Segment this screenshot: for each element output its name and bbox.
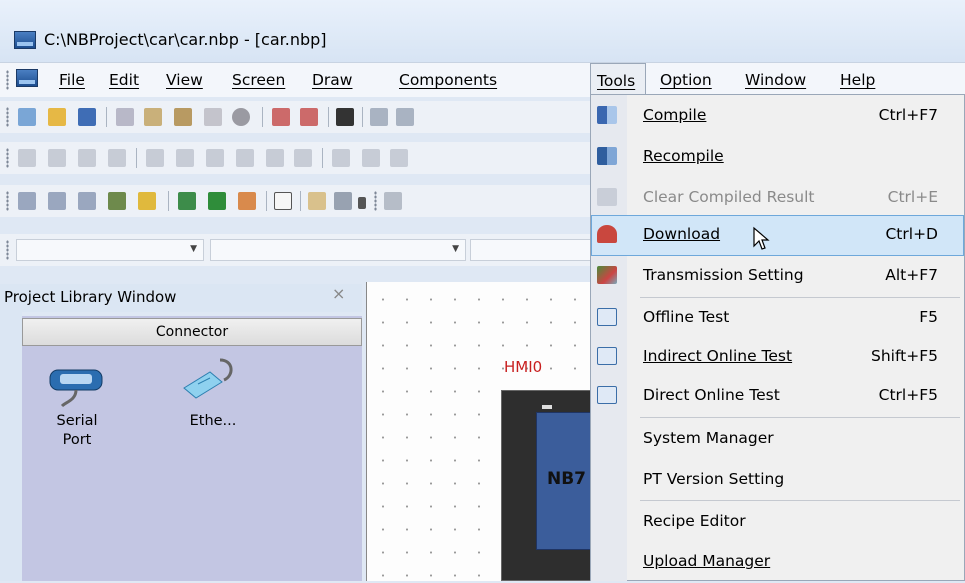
clear-compiled-icon xyxy=(597,188,617,206)
image-icon[interactable] xyxy=(208,192,226,210)
library-item-label: Serial Port xyxy=(56,413,98,448)
copy-icon[interactable] xyxy=(144,108,162,126)
vector-icon[interactable] xyxy=(138,192,156,210)
hmi-label: HMI0 xyxy=(504,358,543,376)
app-menu-icon[interactable] xyxy=(16,69,38,87)
ethernet-icon xyxy=(183,358,233,399)
align-middle-icon[interactable] xyxy=(176,149,194,167)
menu-item-recompile[interactable]: Recompile xyxy=(591,137,964,178)
address-table-icon[interactable] xyxy=(48,192,66,210)
menu-option[interactable]: Option xyxy=(660,63,712,97)
menu-item-direct-online-test[interactable]: Direct Online Test Ctrl+F5 xyxy=(591,376,964,417)
toolbar-align xyxy=(0,142,592,174)
center-horizontal-icon[interactable] xyxy=(332,149,350,167)
paste-icon[interactable] xyxy=(174,108,192,126)
menu-components[interactable]: Components xyxy=(399,63,497,97)
app-icon xyxy=(14,31,36,49)
menu-item-clear-compiled[interactable]: Clear Compiled Result Ctrl+E xyxy=(591,178,964,219)
align-bottom-icon[interactable] xyxy=(108,149,126,167)
menu-help[interactable]: Help xyxy=(840,63,875,97)
save-icon[interactable] xyxy=(78,108,96,126)
menu-item-compile[interactable]: Compile Ctrl+F7 xyxy=(591,96,964,137)
tab-connector[interactable]: Connector xyxy=(22,318,362,346)
menu-item-download[interactable]: Download Ctrl+D xyxy=(591,215,964,256)
device-model-text: NB7 xyxy=(547,469,587,489)
chevron-down-icon: ▼ xyxy=(190,244,197,254)
menu-item-offline-test[interactable]: Offline Test F5 xyxy=(591,298,964,339)
library-item-label: Ethe... xyxy=(189,413,237,429)
menu-item-recipe-editor[interactable]: Recipe Editor xyxy=(591,502,964,543)
align-right-icon[interactable] xyxy=(48,149,66,167)
menu-edit[interactable]: Edit xyxy=(109,63,139,97)
center-vertical-icon[interactable] xyxy=(362,149,380,167)
menu-bar: File Edit View Screen Draw Components To… xyxy=(0,62,965,97)
menu-tools[interactable]: Tools xyxy=(590,63,646,97)
menu-draw[interactable]: Draw xyxy=(312,63,352,97)
open-folder-icon[interactable] xyxy=(48,108,66,126)
size-combo[interactable]: ▼ xyxy=(210,239,466,261)
menu-item-system-manager[interactable]: System Manager xyxy=(591,419,964,460)
new-icon[interactable] xyxy=(18,108,36,126)
overflow-icon[interactable] xyxy=(358,197,366,209)
window-title: C:\NBProject\car\car.nbp - [car.nbp] xyxy=(44,30,327,49)
toolbar-standard xyxy=(0,101,592,133)
align-top-icon[interactable] xyxy=(78,149,96,167)
undo-icon[interactable] xyxy=(272,108,290,126)
offline-test-icon xyxy=(597,308,617,326)
chevron-down-icon: ▼ xyxy=(452,244,459,254)
transmission-icon xyxy=(597,266,617,284)
duplicate-icon[interactable] xyxy=(204,108,222,126)
same-height-icon[interactable] xyxy=(236,149,254,167)
align-center-icon[interactable] xyxy=(146,149,164,167)
fit-icon[interactable] xyxy=(390,149,408,167)
menu-item-indirect-online-test[interactable]: Indirect Online Test Shift+F5 xyxy=(591,337,964,378)
message-icon[interactable] xyxy=(274,192,292,210)
direct-online-icon xyxy=(597,386,617,404)
screen-jump-icon[interactable] xyxy=(178,192,196,210)
serial-port-icon xyxy=(49,369,103,408)
toolbar-components xyxy=(0,185,592,217)
library-item-ethernet[interactable] xyxy=(176,354,242,404)
car-icon[interactable] xyxy=(334,192,352,210)
menu-item-pt-version-setting[interactable]: PT Version Setting xyxy=(591,460,964,501)
redo-icon[interactable] xyxy=(300,108,318,126)
sound-icon[interactable] xyxy=(238,192,256,210)
print-icon[interactable] xyxy=(396,108,414,126)
menu-view[interactable]: View xyxy=(166,63,203,97)
menu-item-upload-manager[interactable]: Upload Manager xyxy=(591,542,964,583)
menu-window[interactable]: Window xyxy=(745,63,806,97)
print-preview-icon[interactable] xyxy=(370,108,388,126)
align-left-icon[interactable] xyxy=(18,149,36,167)
same-width-icon[interactable] xyxy=(206,149,224,167)
recompile-icon xyxy=(597,147,617,165)
screen-icon[interactable] xyxy=(18,192,36,210)
style-combo[interactable] xyxy=(470,239,592,261)
indirect-online-icon xyxy=(597,347,617,365)
cut-icon[interactable] xyxy=(116,108,134,126)
menu-screen[interactable]: Screen xyxy=(232,63,285,97)
compile-icon xyxy=(597,106,617,124)
close-icon[interactable]: × xyxy=(332,284,345,303)
book-icon[interactable] xyxy=(308,192,326,210)
space-horizontal-icon[interactable] xyxy=(266,149,284,167)
mouse-cursor-icon xyxy=(753,226,770,250)
menu-item-transmission-setting[interactable]: Transmission Setting Alt+F7 xyxy=(591,256,964,297)
text-table-icon[interactable] xyxy=(78,192,96,210)
download-icon xyxy=(597,225,617,243)
find-icon[interactable] xyxy=(336,108,354,126)
panel-title: Project Library Window xyxy=(4,288,177,306)
delete-icon[interactable] xyxy=(232,108,250,126)
font-combo[interactable]: ▼ xyxy=(16,239,204,261)
led-indicator xyxy=(542,405,552,409)
menu-file[interactable]: File xyxy=(59,63,85,97)
space-vertical-icon[interactable] xyxy=(294,149,312,167)
grid-icon[interactable] xyxy=(384,192,402,210)
library-item-serial-port[interactable] xyxy=(44,364,110,408)
bitmap-icon[interactable] xyxy=(108,192,126,210)
